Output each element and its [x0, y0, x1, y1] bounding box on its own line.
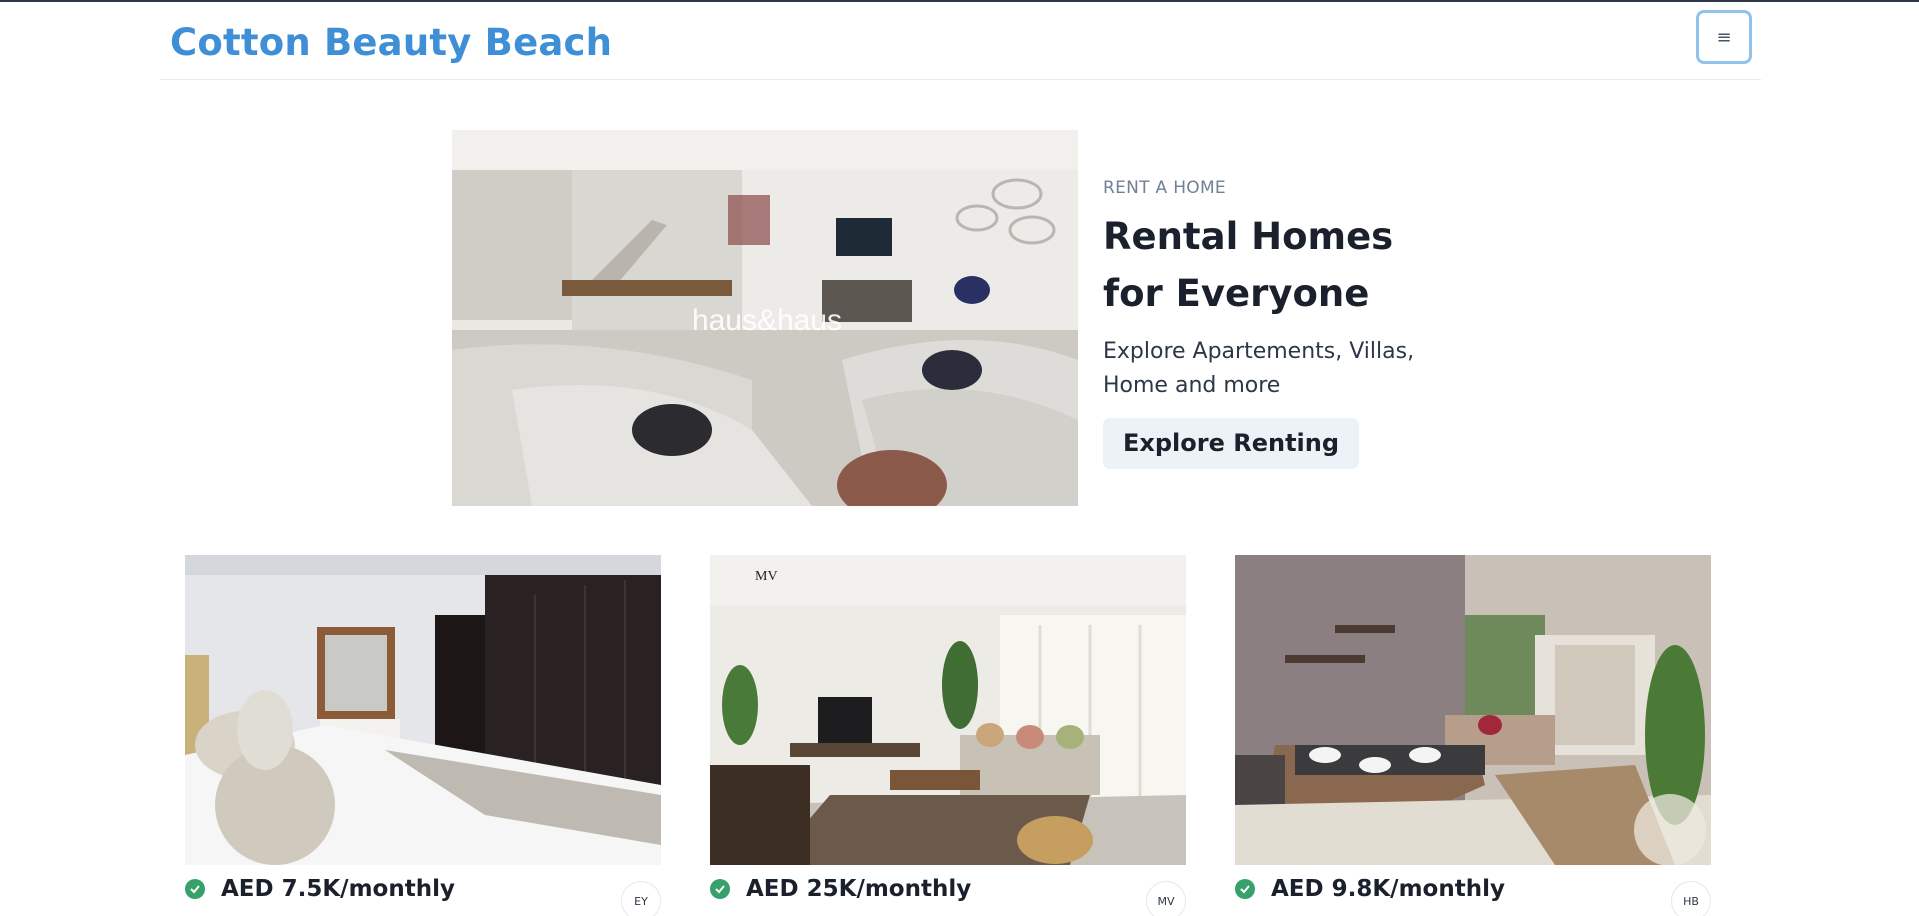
agency-logo-text: MV	[1157, 894, 1175, 908]
hero-image: haus&haus	[452, 130, 1078, 506]
verified-check-icon	[1235, 879, 1255, 899]
listing-card[interactable]: AED 9.8K/monthly HB	[1235, 555, 1711, 916]
agency-logo: EY	[621, 881, 661, 916]
listing-card[interactable]: MV AED 25K/monthly MV	[710, 555, 1186, 916]
listing-card[interactable]: AED 7.5K/monthly EY	[185, 555, 661, 916]
svg-text:MV: MV	[755, 569, 778, 584]
hero-subtitle: Explore Apartements, Villas, Home and mo…	[1103, 339, 1415, 398]
agency-logo-text: HB	[1683, 894, 1699, 908]
explore-renting-button[interactable]: Explore Renting	[1103, 418, 1360, 469]
listing-image[interactable]	[1235, 555, 1711, 865]
agency-logo: HB	[1671, 881, 1711, 916]
hero-watermark: haus&haus	[692, 304, 842, 337]
site-brand[interactable]: Cotton Beauty Beach	[170, 21, 612, 64]
listing-image[interactable]	[185, 555, 661, 865]
listing-price: AED 7.5K/monthly	[221, 876, 455, 902]
menu-button[interactable]: ≡	[1696, 10, 1752, 64]
hero-eyebrow: RENT A HOME	[1103, 178, 1226, 198]
listing-price: AED 25K/monthly	[746, 876, 972, 902]
hero-text: RENT A HOME Rental Homes for Everyone Ex…	[1103, 178, 1463, 469]
listing-price: AED 9.8K/monthly	[1271, 876, 1505, 902]
verified-check-icon	[185, 879, 205, 899]
listing-image[interactable]: MV	[710, 555, 1186, 865]
hamburger-icon: ≡	[1716, 26, 1732, 48]
verified-check-icon	[710, 879, 730, 899]
hero-title: Rental Homes for Everyone	[1103, 215, 1394, 315]
agency-logo-text: EY	[634, 894, 648, 908]
agency-logo: MV	[1146, 881, 1186, 916]
site-header: Cotton Beauty Beach ≡	[160, 2, 1761, 80]
